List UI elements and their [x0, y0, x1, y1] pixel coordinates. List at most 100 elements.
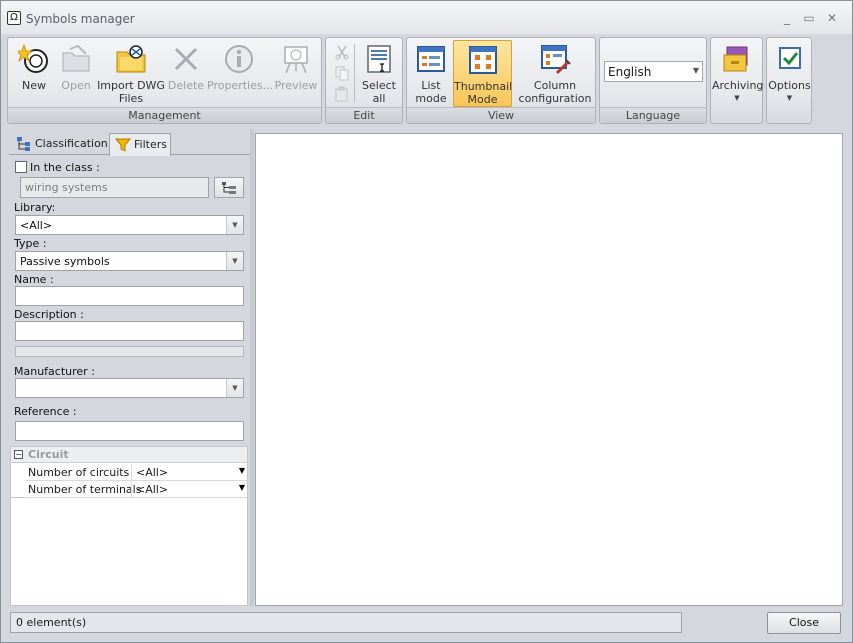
edit-group-label: Edit [326, 107, 402, 123]
close-button[interactable]: Close [767, 612, 841, 634]
property-value-dropdown[interactable]: <All> [131, 464, 247, 480]
panel-splitter[interactable] [250, 129, 254, 606]
tree-icon [17, 137, 30, 151]
delete-button[interactable]: Delete [166, 40, 206, 107]
circuit-category[interactable]: − Circuit [11, 447, 247, 463]
select-all-icon [367, 45, 391, 73]
class-tree-button[interactable] [214, 177, 244, 198]
property-value: <All> [136, 483, 169, 496]
ribbon: New Open Import DWG Files Delete Propert… [7, 37, 846, 124]
new-symbol-icon [18, 43, 48, 73]
list-mode-button[interactable]: List mode [411, 40, 451, 107]
symbols-view-area[interactable] [255, 133, 843, 606]
description-label: Description : [14, 308, 84, 321]
chevron-down-icon: ▼ [226, 379, 243, 397]
name-input[interactable] [15, 286, 244, 306]
archiving-label: Archiving [712, 79, 764, 92]
close-window-button[interactable]: ✕ [824, 10, 840, 26]
list-mode-line1: List [421, 79, 441, 92]
funnel-icon [115, 138, 131, 152]
copy-icon[interactable] [334, 65, 350, 81]
import-label-line1: Import DWG [97, 79, 165, 92]
thumbnail-mode-button[interactable]: Thumbnail Mode [453, 40, 512, 107]
column-configuration-line2: configuration [518, 92, 592, 105]
chevron-down-icon: ▼ [226, 216, 243, 234]
collapse-icon[interactable]: − [14, 450, 23, 459]
property-key: Number of terminals [28, 483, 142, 496]
in-class-checkbox[interactable] [15, 161, 27, 173]
management-group-label: Management [8, 107, 321, 123]
maximize-button[interactable]: ▭ [801, 10, 817, 26]
properties-label: Properties... [207, 79, 274, 92]
type-label: Type : [14, 237, 47, 250]
property-row-circuits[interactable]: Number of circuits <All> ▼ [25, 464, 247, 481]
archiving-dropdown-icon: ▼ [734, 94, 740, 102]
column-configuration-button[interactable]: Column configuration [515, 40, 595, 107]
properties-button[interactable]: Properties... [207, 40, 274, 107]
view-group: List mode Thumbnail Mode Column configur… [406, 37, 596, 124]
delete-x-icon [174, 47, 198, 71]
paste-icon[interactable] [334, 86, 350, 102]
preview-button[interactable]: Preview [272, 40, 320, 107]
property-grid-empty-area [10, 498, 248, 606]
window-title: Symbols manager [26, 12, 135, 26]
language-group-label: Language [600, 107, 706, 123]
element-count: 0 element(s) [16, 616, 87, 629]
description-extra-field [15, 346, 244, 357]
open-folder-icon [62, 44, 90, 72]
open-label: Open [61, 79, 91, 92]
language-value: English [608, 65, 652, 79]
property-key: Number of circuits [28, 466, 130, 479]
options-button[interactable]: Options ▼ [768, 40, 811, 107]
list-mode-icon [417, 46, 445, 72]
options-dropdown-icon: ▼ [786, 94, 793, 102]
preview-label: Preview [274, 79, 318, 92]
type-value: Passive symbols [20, 255, 110, 268]
panel-tabs: Classification Filters [9, 133, 250, 156]
delete-label: Delete [167, 79, 205, 92]
in-class-label: In the class : [30, 161, 100, 174]
property-row-terminals[interactable]: Number of terminals <All> ▼ [25, 481, 247, 498]
description-input[interactable] [15, 321, 244, 341]
type-dropdown[interactable]: Passive symbols ▼ [15, 251, 244, 271]
manufacturer-dropdown[interactable]: ▼ [15, 378, 244, 398]
import-label-line2: Files [118, 92, 144, 105]
reference-input[interactable] [15, 421, 244, 441]
edit-group: Select all Edit [325, 37, 403, 124]
select-all-button[interactable]: Select all [358, 40, 400, 107]
title-bar: Ω Symbols manager _ ▭ ✕ [1, 1, 852, 34]
import-dwg-button[interactable]: Import DWG Files [97, 40, 165, 107]
chevron-down-icon[interactable]: ▼ [239, 483, 245, 492]
thumbnail-mode-line1: Thumbnail [454, 80, 513, 93]
tree-browse-icon [222, 182, 236, 194]
app-icon: Ω [7, 11, 21, 25]
library-dropdown[interactable]: <All> ▼ [15, 215, 244, 235]
name-label: Name : [14, 273, 54, 286]
thumbnail-mode-line2: Mode [467, 93, 498, 106]
library-value: <All> [20, 219, 53, 232]
symbols-manager-window: Ω Symbols manager _ ▭ ✕ New Open Import … [0, 0, 853, 643]
minimize-button[interactable]: _ [779, 10, 795, 26]
archiving-group: Archiving ▼ [710, 37, 763, 124]
options-group: Options ▼ [766, 37, 812, 124]
chevron-down-icon: ▼ [226, 252, 243, 270]
cut-icon[interactable] [334, 44, 350, 60]
info-icon [225, 45, 253, 73]
property-value: <All> [136, 466, 169, 479]
property-value-dropdown[interactable]: <All> [131, 481, 247, 497]
chevron-down-icon[interactable]: ▼ [239, 466, 245, 475]
select-all-line1: Select [362, 79, 396, 92]
circuit-category-label: Circuit [28, 448, 69, 461]
manufacturer-label: Manufacturer : [14, 365, 95, 378]
filters-panel: Classification Filters In the class : wi… [9, 129, 250, 606]
new-button[interactable]: New [12, 40, 56, 107]
thumbnail-mode-icon [468, 46, 497, 74]
library-label: Library: [14, 201, 56, 214]
archiving-button[interactable]: Archiving ▼ [712, 40, 764, 107]
language-select[interactable]: English ▼ [604, 61, 703, 82]
edit-divider [354, 44, 355, 102]
tab-classification[interactable]: Classification [11, 133, 108, 156]
open-button[interactable]: Open [56, 40, 96, 107]
tab-filters[interactable]: Filters [109, 133, 171, 156]
column-configuration-icon [541, 45, 571, 75]
